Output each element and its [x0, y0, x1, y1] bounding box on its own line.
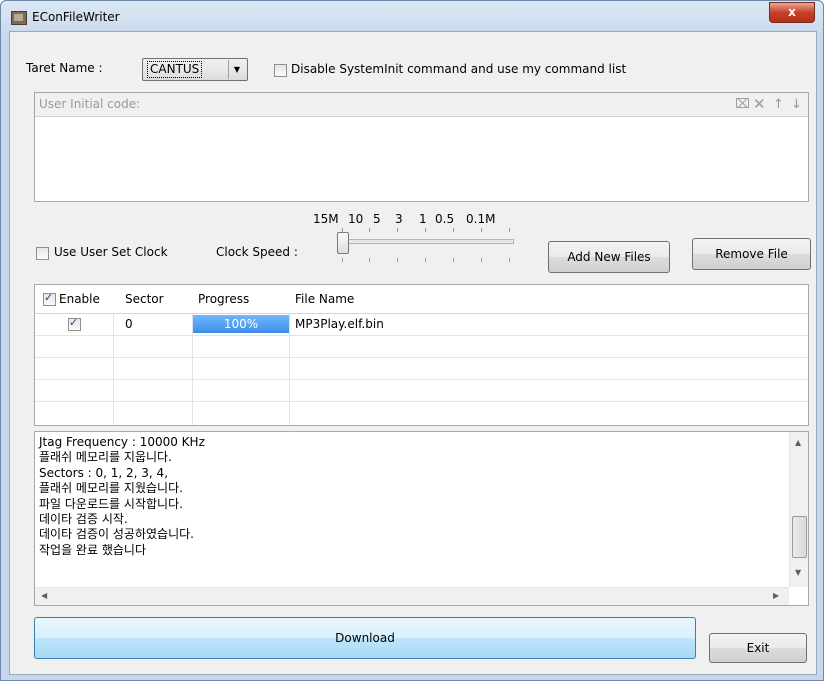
log-line: 파일 다운로드를 시작합니다. — [39, 496, 183, 511]
clock-speed-0.5-label: 0.5 — [435, 212, 455, 226]
log-line: 데이타 검증이 성공하였습니다. — [39, 527, 194, 542]
log-line: 플래쉬 메모리를 지웁니다. — [39, 450, 172, 465]
row-file-name: MP3Play.elf.bin — [295, 317, 384, 331]
scroll-right-icon[interactable]: ▶ — [773, 591, 779, 600]
slider-tick — [397, 258, 398, 262]
slider-tick — [453, 258, 454, 262]
remove-file-button[interactable]: Remove File — [692, 238, 811, 270]
use-user-clock-checkbox[interactable] — [36, 247, 49, 260]
chevron-down-icon[interactable]: ▼ — [228, 60, 245, 79]
slider-tick — [509, 228, 510, 232]
clock-speed-slider-thumb[interactable] — [337, 232, 349, 254]
row-progress-bar: 100% — [193, 315, 289, 333]
arrow-up-icon[interactable]: ↑ — [773, 97, 784, 112]
arrow-down-icon[interactable]: ↓ — [791, 97, 802, 112]
slider-tick — [425, 228, 426, 232]
target-name-select[interactable]: CANTUS ▼ — [142, 58, 248, 81]
slider-tick — [509, 258, 510, 262]
table-row[interactable]: 0 100% MP3Play.elf.bin — [35, 314, 808, 335]
log-text: Jtag Frequency : 10000 KHz 플래쉬 메모리를 지웁니다.… — [39, 435, 205, 558]
scroll-up-icon[interactable]: ▲ — [795, 438, 801, 447]
column-header-sector[interactable]: Sector — [125, 292, 164, 306]
column-header-progress[interactable]: Progress — [198, 292, 249, 306]
user-code-label: User Initial code: — [39, 97, 141, 111]
slider-tick — [342, 258, 343, 262]
clock-speed-5-label: 5 — [373, 212, 381, 226]
log-output[interactable]: Jtag Frequency : 10000 KHz 플래쉬 메모리를 지웁니다.… — [34, 431, 809, 606]
use-user-clock-label: Use User Set Clock — [54, 245, 168, 259]
title-bar[interactable]: EConFileWriter x — [1, 1, 823, 31]
app-icon — [11, 11, 27, 25]
row-divider — [35, 357, 808, 358]
clock-speed-label: Clock Speed : — [216, 245, 298, 259]
download-button[interactable]: Download — [34, 617, 696, 659]
file-table: Enable Sector Progress File Name 0 100% … — [34, 284, 809, 426]
slider-tick — [369, 228, 370, 232]
row-divider — [35, 335, 808, 336]
slider-tick — [369, 258, 370, 262]
add-new-files-button[interactable]: Add New Files — [548, 241, 670, 273]
column-header-enable[interactable]: Enable — [59, 292, 100, 306]
user-code-textarea[interactable] — [35, 117, 808, 201]
disable-init-checkbox[interactable] — [274, 64, 287, 77]
clock-speed-15m-label: 15M — [313, 212, 339, 226]
slider-tick — [481, 228, 482, 232]
log-line: 데이타 검증 시작. — [39, 512, 128, 527]
slider-tick — [481, 258, 482, 262]
user-code-header: User Initial code: ⌧ ✕ ↑ ↓ — [35, 93, 808, 117]
slider-tick — [425, 258, 426, 262]
disable-init-label: Disable SystemInit command and use my co… — [291, 62, 627, 76]
clock-speed-3-label: 3 — [395, 212, 403, 226]
row-sector: 0 — [125, 317, 133, 331]
row-progress-label: 100% — [223, 317, 259, 331]
log-line: Jtag Frequency : 10000 KHz — [39, 435, 205, 449]
target-name-value: CANTUS — [147, 61, 203, 78]
clock-speed-slider[interactable] — [340, 239, 514, 244]
row-divider — [35, 401, 808, 402]
scroll-down-icon[interactable]: ▼ — [795, 568, 801, 577]
slider-tick — [453, 228, 454, 232]
exit-button[interactable]: Exit — [709, 633, 807, 663]
enable-all-checkbox[interactable] — [43, 291, 56, 306]
log-line: 작업을 완료 했습니다 — [39, 542, 146, 557]
app-window: EConFileWriter x Taret Name : CANTUS ▼ D… — [0, 0, 824, 681]
log-line: 플래쉬 메모리를 지웠습니다. — [39, 481, 183, 496]
window-title: EConFileWriter — [32, 10, 120, 24]
row-enable-checkbox[interactable] — [68, 316, 81, 331]
horizontal-scrollbar[interactable]: ◀ ▶ — [35, 587, 789, 605]
column-header-file-name[interactable]: File Name — [295, 292, 354, 306]
clock-speed-10-label: 10 — [348, 212, 364, 226]
clear-icon[interactable]: ⌧ — [735, 97, 750, 112]
vertical-scroll-thumb[interactable] — [792, 516, 807, 558]
target-name-label: Taret Name : — [26, 61, 103, 75]
row-divider — [35, 379, 808, 380]
delete-icon[interactable]: ✕ — [753, 95, 766, 113]
user-code-panel: User Initial code: ⌧ ✕ ↑ ↓ — [34, 92, 809, 202]
table-header: Enable Sector Progress File Name — [35, 285, 808, 314]
clock-speed-0.1m-label: 0.1M — [466, 212, 496, 226]
slider-tick — [397, 228, 398, 232]
close-button[interactable]: x — [769, 2, 815, 23]
vertical-scrollbar[interactable]: ▲ ▼ — [789, 432, 808, 587]
log-line: Sectors : 0, 1, 2, 3, 4, — [39, 465, 169, 480]
client-area: Taret Name : CANTUS ▼ Disable SystemInit… — [9, 31, 817, 675]
scroll-left-icon[interactable]: ◀ — [41, 591, 47, 600]
clock-speed-1-label: 1 — [419, 212, 427, 226]
